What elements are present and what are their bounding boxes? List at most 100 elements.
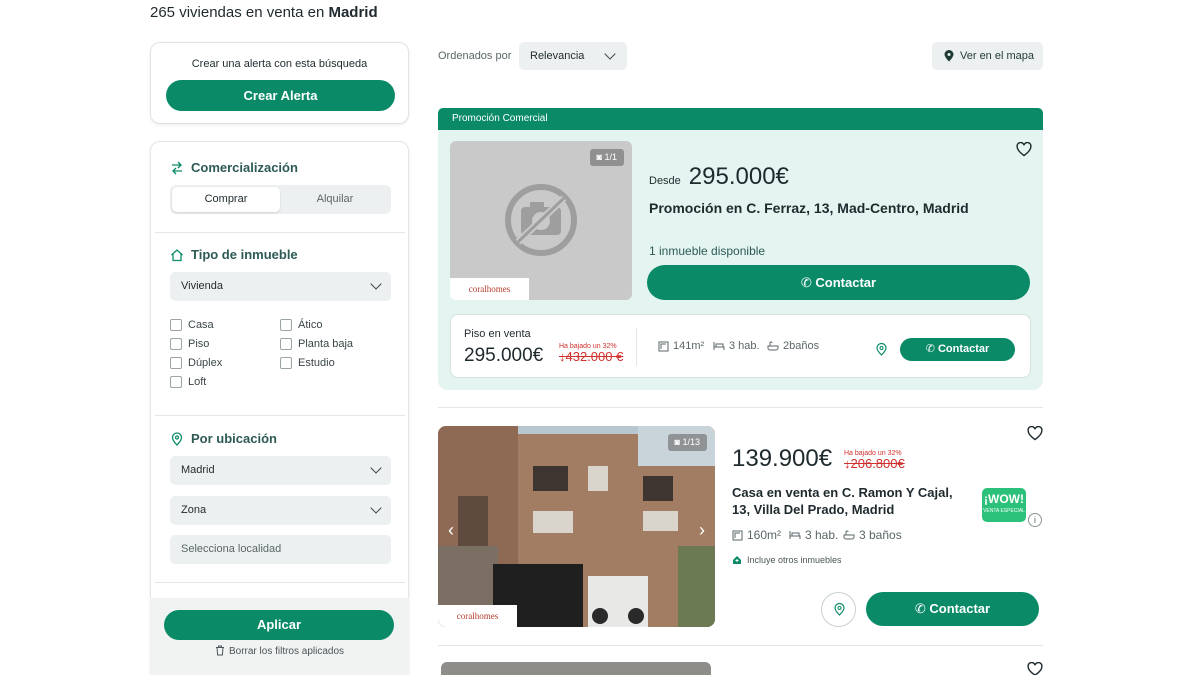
listing-photo[interactable]: ◙ 1/13 ‹ › coralhomes (438, 426, 715, 627)
locality-input[interactable]: Selecciona localidad (170, 535, 391, 564)
checkbox-box[interactable] (280, 338, 292, 350)
sort-select[interactable]: Relevancia (519, 42, 627, 70)
location-title: Por ubicación (191, 431, 277, 446)
clear-filters-link[interactable]: Borrar los filtros aplicados (150, 645, 409, 657)
baths-value: 2baños (783, 340, 820, 352)
checkbox-label: Ático (298, 319, 323, 331)
chevron-down-icon (604, 48, 616, 60)
heart-icon[interactable] (1027, 426, 1043, 441)
old-price: ↓432.000 € (559, 349, 623, 364)
wow-special-sale-badge: ¡WOW! VENTA ESPECIAL (982, 488, 1026, 522)
house-facade-photo (438, 426, 715, 627)
contact-label: Contactar (815, 275, 877, 290)
contact-label: Contactar (929, 601, 991, 616)
checkbox-box[interactable] (170, 338, 182, 350)
checkbox-atico[interactable]: Ático (280, 319, 322, 331)
apply-bar: Aplicar Borrar los filtros aplicados (150, 598, 409, 675)
heart-icon[interactable] (1027, 662, 1043, 675)
checkbox-duplex[interactable]: Dúplex (170, 357, 222, 369)
listing-baths: 3 baños (843, 528, 902, 542)
promotion-banner: Promoción Comercial (438, 108, 1043, 130)
view-map-label: Ver en el mapa (960, 50, 1034, 62)
listing-contact-button[interactable]: ✆ Contactar (866, 592, 1039, 626)
chevron-left-icon[interactable]: ‹ (448, 520, 454, 541)
checkbox-estudio[interactable]: Estudio (280, 357, 335, 369)
promotion-card[interactable]: ◙ 1/1 coralhomes Desde 295.000€ Promoció… (438, 130, 1043, 390)
promotion-title[interactable]: Promoción en C. Ferraz, 13, Mad-Centro, … (649, 200, 969, 216)
listing-price: 139.900€ (732, 445, 833, 472)
old-price-value: 432.000 € (565, 349, 624, 364)
checkbox-label: Piso (188, 338, 210, 350)
view-map-button[interactable]: Ver en el mapa (932, 42, 1043, 70)
coralhomes-logo: coralhomes (438, 605, 517, 627)
checkbox-piso[interactable]: Piso (170, 338, 209, 350)
zone-select[interactable]: Zona (170, 496, 391, 525)
checkbox-box[interactable] (170, 357, 182, 369)
checkbox-planta-baja[interactable]: Planta baja (280, 338, 353, 350)
area-icon (658, 341, 669, 351)
chevron-right-icon[interactable]: › (699, 520, 705, 541)
checkbox-label: Estudio (298, 357, 335, 369)
commercialization-heading: Comercialización (170, 160, 298, 175)
checkbox-loft[interactable]: Loft (170, 376, 206, 388)
photo-count-badge: ◙ 1/1 (589, 149, 624, 166)
heart-icon[interactable] (1016, 142, 1032, 157)
chevron-down-icon (370, 502, 382, 514)
promotion-photo[interactable]: ◙ 1/1 coralhomes (450, 141, 632, 300)
unit-card[interactable]: Piso en venta 295.000€ Ha bajado un 32% … (450, 314, 1031, 378)
results-city: Madrid (328, 4, 378, 21)
promotion-price: 295.000€ (688, 163, 789, 190)
checkbox-box[interactable] (280, 357, 292, 369)
listing-area: 160m² (732, 528, 781, 542)
divider (636, 328, 637, 366)
checkbox-box[interactable] (280, 319, 292, 331)
listing-title[interactable]: Casa en venta en C. Ramon Y Cajal, 13, V… (732, 484, 972, 518)
checkbox-casa[interactable]: Casa (170, 319, 214, 331)
property-type-value: Vivienda (181, 280, 223, 292)
checkbox-box[interactable] (170, 319, 182, 331)
contact-button[interactable]: ✆ Contactar (647, 265, 1030, 300)
option-buy[interactable]: Comprar (172, 187, 280, 212)
bath-icon (767, 341, 779, 351)
map-button[interactable] (821, 592, 856, 627)
rooms-value: 3 hab. (805, 528, 839, 542)
property-type-title: Tipo de inmueble (191, 247, 298, 262)
create-alert-button[interactable]: Crear Alerta (166, 80, 395, 111)
alert-card: Crear una alerta con esta búsqueda Crear… (150, 42, 409, 124)
map-pin-icon[interactable] (876, 343, 887, 356)
contact-label: Contactar (937, 343, 990, 355)
locality-placeholder: Selecciona localidad (181, 543, 282, 555)
baths-value: 3 baños (859, 528, 902, 542)
house-plus-icon (733, 556, 741, 564)
province-value: Madrid (181, 464, 215, 476)
phone-icon: ✆ (925, 343, 938, 355)
unit-baths: 2baños (767, 340, 819, 352)
photo-count-text: 1/13 (682, 437, 700, 447)
swap-arrows-icon (172, 161, 182, 174)
commercialization-title: Comercialización (191, 160, 298, 175)
option-rent[interactable]: Alquilar (281, 187, 389, 212)
info-icon[interactable]: i (1028, 513, 1042, 527)
map-pin-icon (944, 50, 954, 62)
results-title: 265 viviendas en venta en Madrid (150, 4, 378, 21)
divider (438, 407, 1043, 408)
checkbox-label: Loft (188, 376, 207, 388)
phone-icon: ✆ (800, 275, 816, 290)
unit-contact-button[interactable]: ✆ Contactar (900, 338, 1015, 361)
next-listing-photo[interactable] (441, 662, 711, 675)
search-results-page: 265 viviendas en venta en Madrid Crear u… (0, 0, 1200, 675)
old-price: ↓206.800€ (844, 456, 905, 471)
units-available: 1 inmueble disponible (649, 244, 766, 258)
province-select[interactable]: Madrid (170, 456, 391, 485)
photo-count-text: 1/1 (604, 152, 617, 162)
alert-text: Crear una alerta con esta búsqueda (191, 58, 368, 70)
bed-icon (789, 531, 801, 539)
map-pin-icon (834, 603, 845, 616)
from-label: Desde (649, 175, 681, 187)
zone-value: Zona (181, 504, 207, 516)
apply-filters-button[interactable]: Aplicar (164, 610, 394, 640)
area-value: 141m² (673, 340, 705, 352)
property-type-select[interactable]: Vivienda (170, 272, 391, 301)
checkbox-box[interactable] (170, 376, 182, 388)
checkbox-label: Casa (188, 319, 214, 331)
